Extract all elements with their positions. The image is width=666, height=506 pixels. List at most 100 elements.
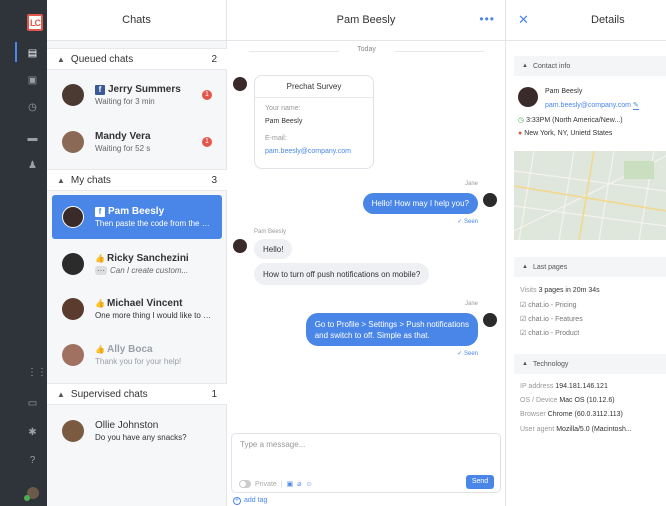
composer-toolbar: Private | ▣ ⌀ ☺ [239,480,313,488]
section-last-pages[interactable]: ▲ Last pages [514,257,666,277]
details-header: ✕ Details [506,0,666,41]
prechat-survey-card: Prechat Survey Your name: Pam Beesly E-m… [254,75,374,169]
section-label: Supervised chats [70,388,148,400]
contacts-icon[interactable]: ▣ [27,75,38,86]
message-line: and switch to off. Simple as that. [314,330,430,340]
section-technology[interactable]: ▲ Technology [514,354,666,374]
list-item[interactable]: 👍 Ricky Sanchezini ⋯ Can I create custom..… [52,242,222,286]
tech-value: Chrome (60.0.3112.113) [547,411,623,418]
local-time-text: 3:33PM (North America/New...) [526,117,623,124]
page-link[interactable]: ☑ chat.io - Pricing [520,301,576,309]
contact-avatar [518,87,538,107]
chats-icon[interactable]: ▤ [27,48,38,59]
section-label: Technology [532,360,569,368]
send-button[interactable]: Send [466,475,494,489]
chevron-up-icon: ▲ [522,361,528,367]
list-item[interactable]: f Jerry Summers Waiting for 3 min 1 [52,73,222,117]
visits-value: 3 pages in 20m 34s [538,287,600,294]
map-image [514,151,666,240]
section-supervised-chats[interactable]: ▲ Supervised chats 1 [47,383,227,405]
chat-panel: Pam Beesly ••• Today Prechat Survey Your… [227,0,506,506]
list-item[interactable]: Mandy Vera Waiting for 52 s 1 [52,120,222,164]
external-link-icon: ☑ [520,302,527,309]
archive-icon[interactable]: ▬ [27,133,38,144]
typing-icon: ⋯ [95,266,107,275]
contact-email[interactable]: pam.beesly@company.com ✎ [545,101,639,110]
page-link-text: chat.io - Product [528,330,580,337]
location-text: New York, NY, Unietd States [524,130,613,137]
message-author: Jane [464,181,478,187]
edit-icon[interactable]: ✎ [632,102,639,110]
section-label: My chats [70,174,111,186]
seen-status: ✓ Seen [457,351,478,357]
emoji-icon[interactable]: ☺ [305,481,312,488]
chat-preview: Thank you for your help! [95,357,182,366]
list-item[interactable]: 👍 Ally Boca Thank you for your help! [52,333,222,377]
date-divider: Today [227,46,506,53]
private-toggle[interactable] [239,480,251,488]
section-my-chats[interactable]: ▲ My chats 3 [47,169,227,191]
active-indicator [15,42,17,62]
chat-preview: Waiting for 52 s [95,144,151,153]
chat-preview: One more thing I would like to a... [95,311,212,320]
section-contact-info[interactable]: ▲ Contact info [514,56,666,76]
chevron-up-icon: ▲ [522,264,528,270]
avatar [62,344,84,366]
add-tag-button[interactable]: + add tag [233,497,267,505]
external-link-icon: ☑ [520,330,527,337]
online-status-dot [24,495,30,501]
apps-grid-icon[interactable]: ⋮⋮ [27,367,47,378]
help-icon[interactable]: ? [27,455,38,466]
tech-value: Mac OS (10.12.6) [559,397,615,404]
avatar [62,420,84,442]
chat-preview: Then paste the code from the e... [95,219,212,228]
message-author: Pam Beesly [254,229,287,235]
chat-header: Pam Beesly ••• [227,0,505,41]
location-map[interactable] [514,151,666,240]
section-queued-chats[interactable]: ▲ Queued chats 2 [47,48,227,70]
survey-email-value[interactable]: pam.beesly@company.com [255,145,373,158]
message-composer[interactable]: Type a message... Private | ▣ ⌀ ☺ Send [231,433,501,493]
page-link-text: chat.io - Features [528,316,583,323]
chat-list-title: Chats [47,0,226,41]
tech-value: 194.181.146.121 [555,383,608,390]
message-input[interactable]: Type a message... [240,440,305,449]
add-tag-label: add tag [244,497,268,504]
tech-row: User agent Mozilla/5.0 (Macintosh... [520,426,632,433]
chevron-up-icon: ▲ [57,175,65,185]
contact-name: Ally Boca [107,344,153,355]
message-bubble-customer: How to turn off push notifications on mo… [254,263,430,285]
page-link[interactable]: ☑ chat.io - Product [520,329,579,337]
avatar [62,206,84,228]
tech-label: OS / Device [520,397,558,404]
contact-name: Mandy Vera [95,131,151,142]
billing-icon[interactable]: ▭ [27,398,38,409]
avatar [62,253,84,275]
chat-preview: Waiting for 3 min [95,97,155,106]
avatar[interactable] [24,485,41,501]
more-options-icon[interactable]: ••• [479,12,495,26]
list-item[interactable]: 👍 Michael Vincent One more thing I would … [52,287,222,331]
list-item-selected[interactable]: f Pam Beesly Then paste the code from the… [52,195,222,239]
close-icon[interactable]: ✕ [518,12,529,28]
contact-name: Michael Vincent [107,298,183,309]
avatar [62,84,84,106]
agents-icon[interactable]: ♟ [27,160,38,171]
tech-row: IP address 194.181.146.121 [520,383,608,390]
thumb-icon: 👍 [95,254,105,263]
chevron-up-icon: ▲ [57,54,65,64]
contact-name: Pam Beesly [545,88,583,95]
canned-response-icon[interactable]: ▣ [287,480,294,488]
message-line: Go to Profile > Settings > Push notifica… [314,319,469,329]
app-logo: LC [27,14,43,31]
clock-icon: ◷ [518,117,525,124]
visits-row: Visits 3 pages in 20m 34s [520,287,600,294]
page-link[interactable]: ☑ chat.io - Features [520,315,583,323]
details-title: Details [591,14,625,26]
attachment-icon[interactable]: ⌀ [297,480,301,488]
list-item[interactable]: Ollie Johnston Do you have any snacks? [52,409,222,453]
location: ● New York, NY, Unietd States [518,130,612,137]
agent-avatar [483,313,497,327]
settings-icon[interactable]: ✱ [27,427,38,438]
history-icon[interactable]: ◷ [27,102,38,113]
